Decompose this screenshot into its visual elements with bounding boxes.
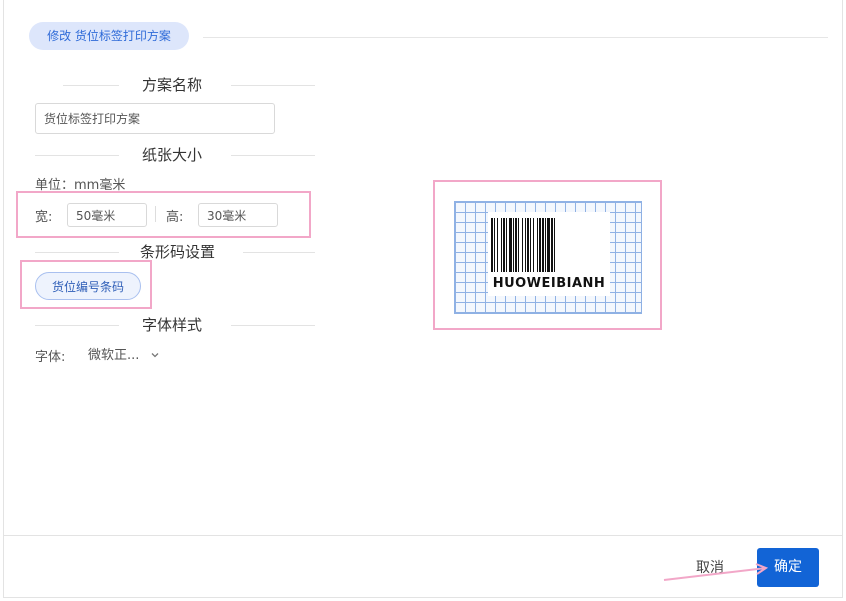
section-title-font: 字体样式: [142, 316, 203, 334]
section-line: [35, 325, 119, 326]
barcode-bar: [554, 218, 555, 272]
font-label: 字体:: [35, 350, 66, 365]
barcode-bar: [525, 218, 526, 272]
barcode-bar: [551, 218, 553, 272]
barcode-bar: [494, 218, 495, 272]
barcode-field-button[interactable]: 货位编号条码: [35, 272, 141, 300]
barcode-bar: [522, 218, 523, 272]
barcode-bar: [491, 218, 493, 272]
section-line: [63, 85, 119, 86]
barcode-bar: [545, 218, 546, 272]
chevron-down-icon: [150, 345, 160, 364]
section-line: [35, 252, 119, 253]
section-line: [231, 325, 315, 326]
barcode-bar: [503, 218, 505, 272]
width-input[interactable]: 50毫米: [67, 203, 147, 227]
barcode-bar: [506, 218, 507, 272]
barcode-bar: [513, 218, 514, 272]
height-label: 高:: [166, 210, 184, 225]
barcode-bar: [539, 218, 541, 272]
section-title-barcode: 条形码设置: [140, 243, 216, 261]
footer-divider: [4, 535, 842, 536]
barcode-bar: [542, 218, 544, 272]
section-title-paper-size: 纸张大小: [142, 146, 203, 164]
barcode-bar: [533, 218, 534, 272]
barcode-text: HUOWEIBIANH: [492, 276, 606, 291]
barcode-bar: [515, 218, 517, 272]
barcode-bar: [547, 218, 550, 272]
section-line: [231, 155, 315, 156]
annotation-arrow-icon: [663, 563, 769, 581]
tab-divider: [203, 37, 828, 38]
barcode-bars: [491, 218, 555, 272]
barcode-bar: [518, 218, 519, 272]
section-line: [35, 155, 119, 156]
barcode-bar: [527, 218, 529, 272]
barcode-bar: [537, 218, 538, 272]
barcode-bar: [497, 218, 498, 272]
field-divider: [155, 206, 156, 222]
barcode-bar: [530, 218, 531, 272]
height-input[interactable]: 30毫米: [198, 203, 278, 227]
barcode-bar: [509, 218, 512, 272]
font-select[interactable]: 微软正...: [88, 344, 168, 364]
font-select-value: 微软正...: [88, 348, 140, 363]
section-title-scheme-name: 方案名称: [142, 76, 203, 94]
section-line: [231, 85, 315, 86]
scheme-name-input[interactable]: 货位标签打印方案: [35, 103, 275, 134]
width-label: 宽:: [35, 210, 53, 225]
edit-scheme-tab[interactable]: 修改 货位标签打印方案: [29, 22, 189, 50]
section-line: [243, 252, 315, 253]
barcode-bar: [501, 218, 502, 272]
